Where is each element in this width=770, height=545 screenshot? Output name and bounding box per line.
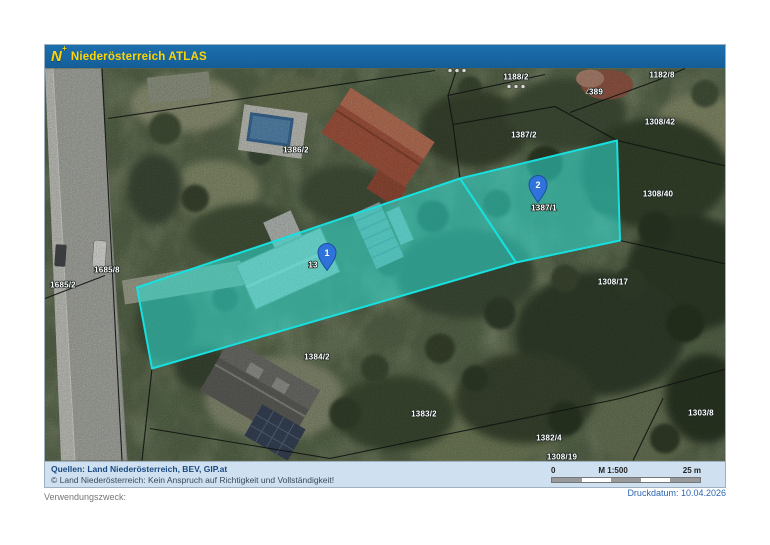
print-meta-row: Verwendungszweck: Druckdatum: 10.04.2026	[44, 492, 726, 502]
scale-track	[551, 477, 701, 483]
point-label: 389	[589, 88, 603, 97]
atlas-frame: N+ Niederösterreich ATLAS	[44, 44, 726, 488]
dots-symbol-icon	[507, 84, 511, 88]
parcel-label: 1382/4	[536, 434, 562, 443]
parcel-label: 1387/2	[511, 131, 537, 140]
map-footer: Quellen: Land Niederösterreich, BEV, GIP…	[45, 461, 725, 487]
copyright-line: © Land Niederösterreich: Kein Anspruch a…	[51, 475, 334, 486]
parcel-label: 1384/2	[304, 353, 330, 362]
parcel-label: 13	[308, 261, 318, 270]
parcel-label: 1308/17	[598, 278, 629, 287]
scale-max: 25 m	[683, 466, 701, 475]
scale-ratio: M 1:500	[598, 466, 627, 475]
scale-bar: 0 M 1:500 25 m	[551, 464, 701, 485]
dots-symbol-icon	[455, 68, 459, 72]
parcel-label: 1685/2	[50, 281, 76, 290]
noe-logo-icon: N+	[51, 49, 62, 64]
purpose-label: Verwendungszweck:	[44, 492, 126, 502]
sources-line: Quellen: Land Niederösterreich, BEV, GIP…	[51, 464, 334, 475]
parcel-label: 1308/40	[643, 190, 674, 199]
app-title: Niederösterreich ATLAS	[71, 51, 207, 63]
aerial-map[interactable]: 1188/21182/81308/421387/21386/21308/4013…	[45, 68, 725, 461]
pin-number: 2	[535, 180, 540, 190]
map-viewport[interactable]: 1188/21182/81308/421387/21386/21308/4013…	[45, 68, 725, 461]
parcel-label: 1685/8	[94, 266, 120, 275]
print-date: Druckdatum: 10.04.2026	[627, 488, 726, 498]
parcel-label: 1383/2	[411, 410, 437, 419]
parcel-label: 1188/2	[503, 73, 529, 82]
app-header: N+ Niederösterreich ATLAS	[45, 45, 725, 68]
dots-symbol-icon	[462, 68, 466, 72]
parcel-label: 1303/8	[688, 409, 714, 418]
dots-symbol-icon	[521, 84, 525, 88]
parcel-label: 1386/2	[283, 146, 309, 155]
dots-symbol-icon	[514, 84, 518, 88]
dots-symbol-icon	[448, 68, 452, 72]
parcel-label: 1308/42	[645, 118, 676, 127]
parcel-label: 1387/1	[531, 204, 557, 213]
pin-number: 1	[324, 248, 329, 258]
parcel-label: 1308/19	[547, 453, 578, 462]
parcel-label: 1182/8	[649, 71, 675, 80]
print-preview-page: N+ Niederösterreich ATLAS	[0, 0, 770, 545]
scale-zero: 0	[551, 466, 555, 475]
attribution: Quellen: Land Niederösterreich, BEV, GIP…	[51, 464, 334, 485]
